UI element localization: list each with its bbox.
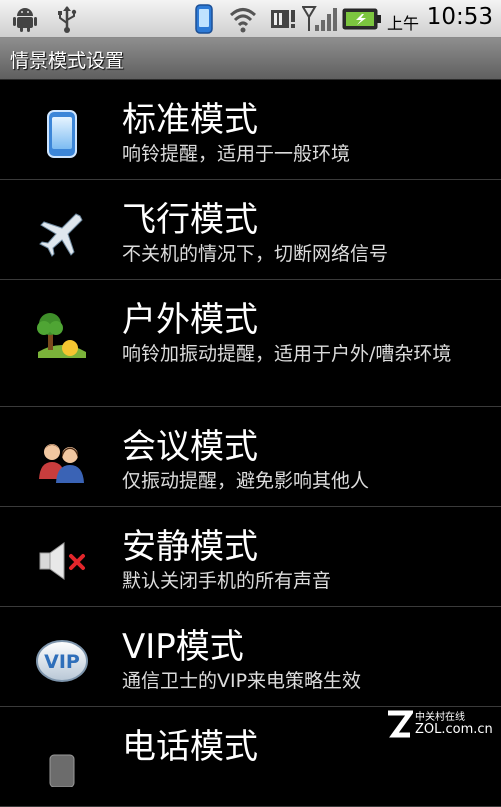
zol-logo-icon [388,710,413,738]
list-item-meeting-mode[interactable]: 会议模式 仅振动提醒，避免影响其他人 [0,407,501,507]
android-icon [12,5,38,37]
status-bar: 上午 10:53 [0,0,501,38]
wifi-icon [228,4,258,38]
list-item-outdoor-mode[interactable]: 户外模式 响铃加振动提醒，适用于户外/嘈杂环境 [0,280,501,407]
mode-description: 不关机的情况下，切断网络信号 [122,243,389,265]
watermark-brand: 中关村在线 [415,712,465,723]
list-item-standard-mode[interactable]: 标准模式 响铃提醒，适用于一般环境 [0,80,501,180]
profile-mode-list: 标准模式 响铃提醒，适用于一般环境 飞行模式 不关机的情况下，切断网络信号 户外… [0,80,501,807]
mode-name: 会议模式 [122,427,258,467]
vip-icon: VIP [36,635,88,687]
mode-name: 安静模式 [122,527,258,567]
outdoor-tree-icon [36,308,88,360]
mode-description: 响铃加振动提醒，适用于户外/嘈杂环境 [122,343,452,365]
list-item-vip-mode[interactable]: VIP VIP模式 通信卫士的VIP来电策略生效 [0,607,501,707]
mode-name: 户外模式 [122,300,258,340]
mode-name: VIP模式 [122,627,244,667]
mode-description: 通信卫士的VIP来电策略生效 [122,670,362,692]
airplane-icon [36,208,88,260]
signal-icon [301,5,338,37]
am-pm-label: 上午 [386,14,419,33]
mode-name: 标准模式 [122,100,258,140]
phone-icon [194,4,214,38]
watermark-url: ZOL.com.cn [415,722,493,737]
mode-name: 电话模式 [122,727,258,767]
list-item-airplane-mode[interactable]: 飞行模式 不关机的情况下，切断网络信号 [0,180,501,280]
phone-mode-icon [36,735,88,788]
meeting-people-icon [36,435,88,487]
mode-description: 默认关闭手机的所有声音 [122,570,332,592]
notification-icon [270,7,296,35]
title-bar: 情景模式设置 [0,38,501,80]
usb-icon [54,5,80,37]
list-item-silent-mode[interactable]: 安静模式 默认关闭手机的所有声音 [0,507,501,607]
mode-name: 飞行模式 [122,200,258,240]
battery-icon [342,8,382,34]
mute-speaker-icon [36,535,88,587]
mode-description: 仅振动提醒，避免影响其他人 [122,470,370,492]
phone-icon [36,108,88,160]
svg-text:VIP: VIP [44,651,80,673]
clock: 10:53 [426,4,493,30]
watermark-logo: 中关村在线 ZOL.com.cn [385,708,497,742]
page-title: 情景模式设置 [10,50,125,72]
mode-description: 响铃提醒，适用于一般环境 [122,143,351,165]
